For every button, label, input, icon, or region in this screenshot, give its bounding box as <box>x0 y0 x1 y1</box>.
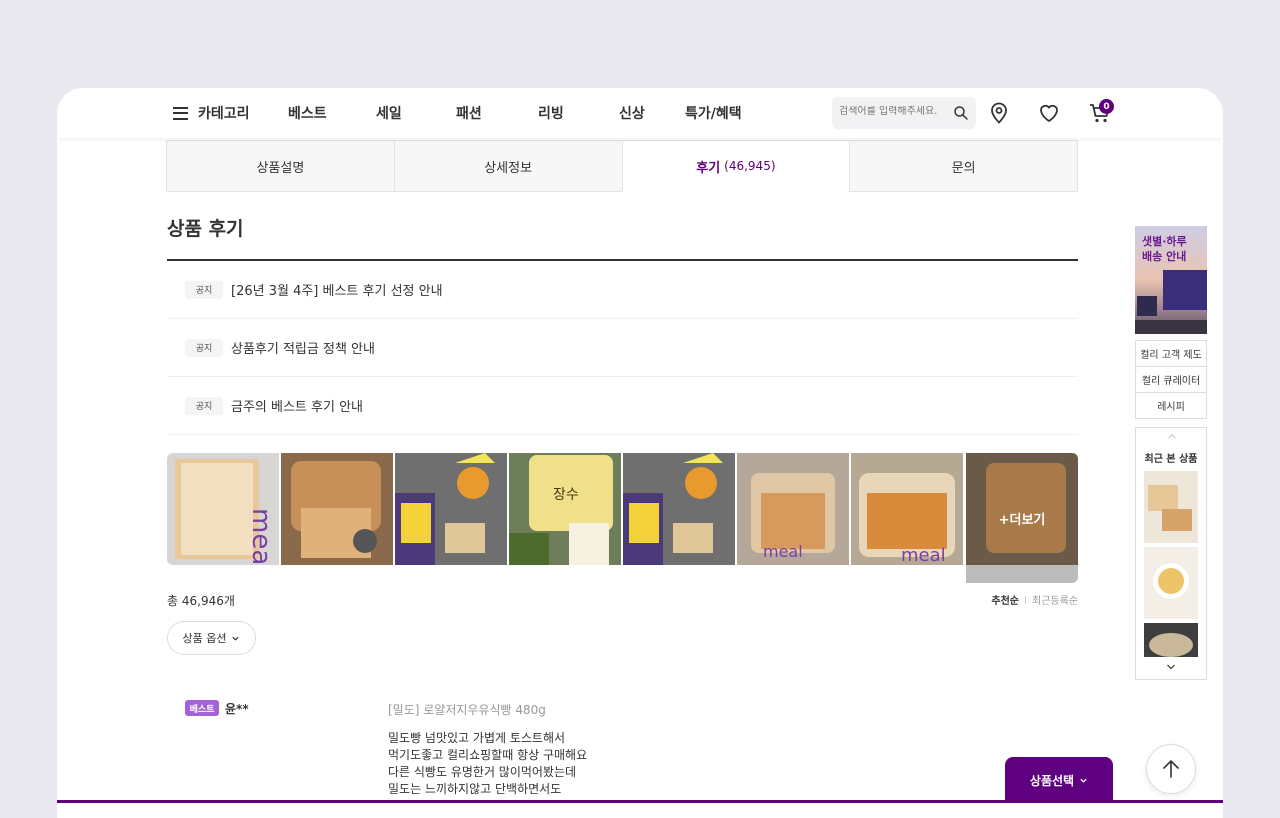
section-title: 상품 후기 <box>167 218 244 240</box>
tab-reviews[interactable]: 후기 (46,945) <box>621 140 851 192</box>
notice-text: 상품후기 적립금 정책 안내 <box>231 342 375 357</box>
tab-label: 상세정보 <box>484 160 533 176</box>
search-icon[interactable] <box>952 104 970 122</box>
grocery-photo-icon <box>623 453 735 565</box>
more-photos-label: +더보기 <box>998 513 1046 528</box>
notice-row[interactable]: 공지 [26년 3월 4주] 베스트 후기 선정 안내 <box>167 261 1078 319</box>
sort-separator <box>1025 595 1026 604</box>
chevron-down-icon <box>232 636 240 641</box>
tab-label: 상품설명 <box>256 160 305 176</box>
svg-text:meal: meal <box>763 542 803 561</box>
bread-photo-icon: meal <box>851 453 963 565</box>
notice-badge: 공지 <box>185 280 223 299</box>
browser-window: 카테고리 베스트 세일 패션 리빙 신상 특가/혜택 0 상품설명 상세정보 후… <box>57 88 1223 818</box>
nav-fashion[interactable]: 패션 <box>456 103 482 123</box>
bread-photo-icon <box>281 453 393 565</box>
review-total: 총 46,946개 <box>167 594 235 608</box>
tab-inquiry[interactable]: 문의 <box>849 140 1078 192</box>
search-box <box>832 97 976 129</box>
category-label: 카테고리 <box>198 106 250 122</box>
rail-link-curator[interactable]: 컬리 큐레이터 <box>1135 366 1207 393</box>
chevron-up-icon[interactable] <box>1167 432 1177 440</box>
arrow-up-icon <box>1163 760 1179 778</box>
bread-photo-icon: meal <box>737 453 849 565</box>
notice-badge: 공지 <box>185 396 223 415</box>
category-menu-button[interactable]: 카테고리 <box>173 103 250 123</box>
location-pin-icon[interactable] <box>987 101 1011 125</box>
chevron-down-icon[interactable] <box>1166 663 1176 671</box>
svg-text:meal: meal <box>901 545 946 565</box>
review-text-line: 밀도빵 넘맛있고 가볍게 토스트해서 <box>388 731 566 745</box>
sort-recommended[interactable]: 추천순 <box>991 592 1019 607</box>
review-text-line: 다른 식빵도 유명한거 많이먹어봤는데 <box>388 765 577 779</box>
banner-text: 샛별·하루 배송 안내 <box>1142 235 1187 263</box>
reviewer-name: 윤** <box>225 702 249 716</box>
bread-bag-photo-icon: 장수 <box>509 453 621 565</box>
grocery-photo-icon <box>395 453 507 565</box>
svg-text:장수: 장수 <box>553 487 579 503</box>
review-photo[interactable]: meal <box>851 453 963 565</box>
bread-photo-icon <box>1144 471 1198 543</box>
nav-new[interactable]: 신상 <box>619 103 645 123</box>
review-text-line: 먹기도좋고 컬리쇼핑할때 항상 구매해요 <box>388 748 588 762</box>
product-option-filter-button[interactable]: 상품 옵션 <box>167 621 256 655</box>
svg-text:meal: meal <box>246 508 276 565</box>
review-photo[interactable] <box>281 453 393 565</box>
nav-living[interactable]: 리빙 <box>538 103 564 123</box>
delivery-banner[interactable]: 샛별·하루 배송 안내 <box>1135 226 1207 334</box>
sort-options: 추천순 최근등록순 <box>991 592 1078 607</box>
option-button-label: 상품 옵션 <box>182 632 227 645</box>
chevron-down-icon <box>1080 778 1087 783</box>
nav-special[interactable]: 특가/혜택 <box>685 103 742 123</box>
tab-count: (46,945) <box>724 159 776 173</box>
notice-text: 금주의 베스트 후기 안내 <box>231 400 363 415</box>
review-photo-strip: meal 장수 meal meal +더보기 <box>167 453 1078 583</box>
nav-sale[interactable]: 세일 <box>376 103 402 123</box>
recent-product-thumb[interactable] <box>1144 547 1198 619</box>
cart-count-badge: 0 <box>1099 99 1114 114</box>
header: 카테고리 베스트 세일 패션 리빙 신상 특가/혜택 0 <box>57 88 1223 138</box>
noodle-photo-icon <box>1144 623 1198 657</box>
bottom-purple-bar <box>57 800 1223 803</box>
scroll-top-button[interactable] <box>1146 744 1196 794</box>
tab-label: 후기 <box>696 160 721 176</box>
review-text-line: 밀도는 느끼하지않고 단백하면서도 <box>388 782 562 796</box>
review-photo[interactable]: meal <box>167 453 279 565</box>
more-photos-button[interactable]: +더보기 <box>966 453 1078 583</box>
notice-row[interactable]: 공지 상품후기 적립금 정책 안내 <box>167 319 1078 377</box>
recently-viewed-panel: 최근 본 상품 <box>1135 427 1207 680</box>
product-tabs: 상품설명 상세정보 후기 (46,945) 문의 <box>166 140 1078 192</box>
best-badge: 베스트 <box>185 700 219 716</box>
product-select-button[interactable]: 상품선택 <box>1005 757 1113 803</box>
review-photo[interactable]: meal <box>737 453 849 565</box>
heart-icon[interactable] <box>1037 101 1061 125</box>
notice-text: [26년 3월 4주] 베스트 후기 선정 안내 <box>231 284 443 299</box>
review-photo[interactable] <box>395 453 507 565</box>
rail-link-customer-program[interactable]: 컬리 고객 제도 <box>1135 340 1207 367</box>
select-button-label: 상품선택 <box>1029 773 1075 788</box>
notice-row[interactable]: 공지 금주의 베스트 후기 안내 <box>167 377 1078 435</box>
review-photo[interactable] <box>623 453 735 565</box>
bread-photo-icon: meal <box>167 453 279 565</box>
nav-best[interactable]: 베스트 <box>288 103 327 123</box>
reviewed-product-name: [밀도] 로얄저지우유식빵 480g <box>388 703 546 717</box>
tab-description[interactable]: 상품설명 <box>166 140 395 192</box>
tab-label: 문의 <box>951 160 976 176</box>
recent-product-thumb[interactable] <box>1144 471 1198 543</box>
recently-viewed-title: 최근 본 상품 <box>1144 454 1198 465</box>
soup-photo-icon <box>1144 547 1198 619</box>
hamburger-icon <box>173 106 188 120</box>
tab-details[interactable]: 상세정보 <box>393 140 623 192</box>
notice-badge: 공지 <box>185 338 223 357</box>
rail-link-recipe[interactable]: 레시피 <box>1135 392 1207 419</box>
search-input[interactable] <box>839 106 949 117</box>
review-photo[interactable]: 장수 <box>509 453 621 565</box>
recent-product-thumb[interactable] <box>1144 623 1198 657</box>
sort-recent[interactable]: 최근등록순 <box>1032 592 1078 607</box>
